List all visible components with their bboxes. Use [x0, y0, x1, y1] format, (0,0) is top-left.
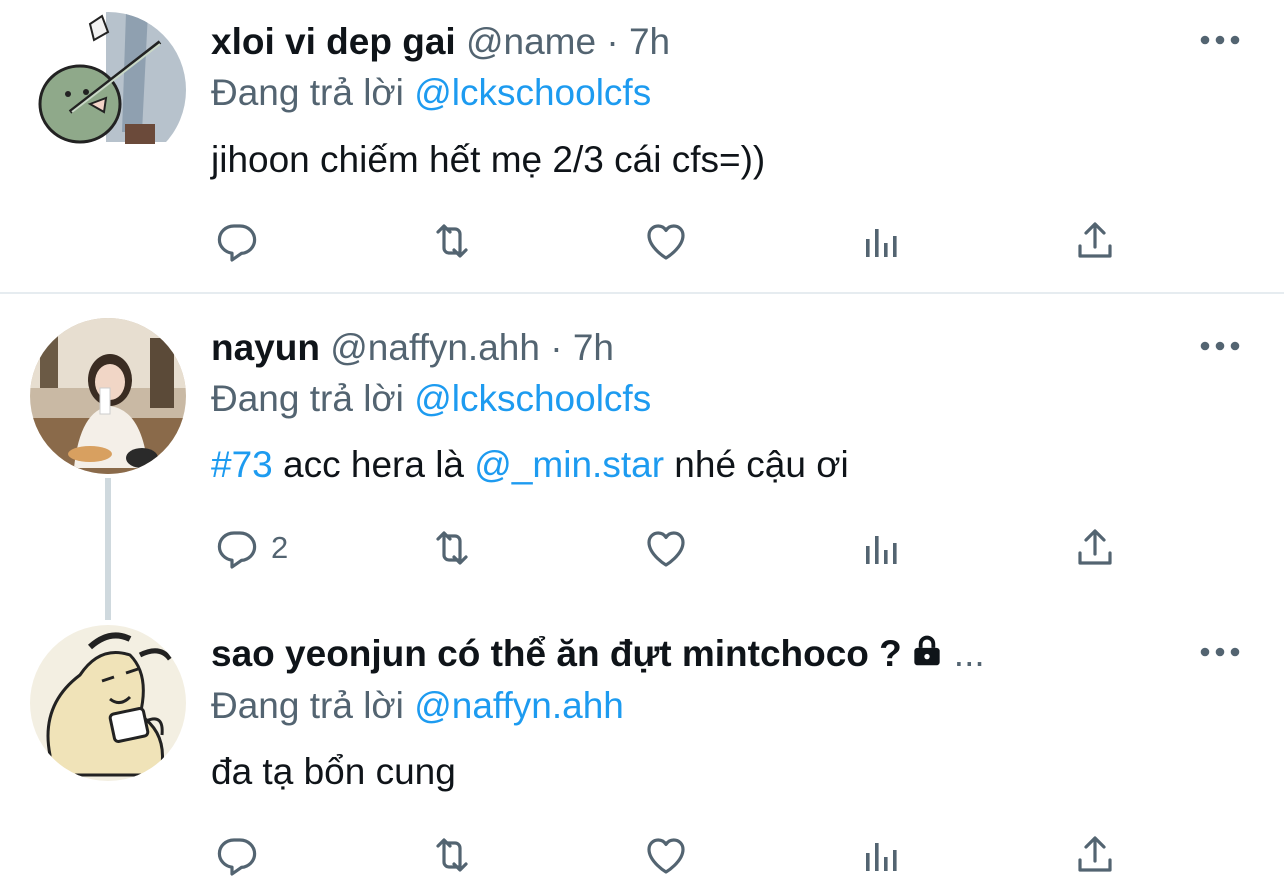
avatar[interactable] [30, 625, 186, 781]
tweet-actions: 2 [0, 521, 1284, 581]
reply-context: Đang trả lời @lckschoolcfs [211, 71, 651, 115]
photo-avatar-icon [30, 318, 186, 474]
mention-link[interactable]: @_min.star [474, 444, 664, 485]
avatar[interactable] [30, 318, 186, 474]
reply-icon [213, 217, 261, 265]
more-icon [1198, 30, 1242, 50]
separator: · [550, 327, 563, 368]
user-handle[interactable]: @naffyn.ahh [330, 327, 540, 368]
reply-prefix: Đang trả lời [211, 378, 404, 419]
retweet-button[interactable] [428, 214, 476, 268]
reply-prefix: Đang trả lời [211, 72, 404, 113]
hashtag-link[interactable]: #73 [211, 444, 273, 485]
user-handle[interactable]: @name [466, 21, 596, 62]
reply-context: Đang trả lời @naffyn.ahh [211, 684, 624, 728]
views-button[interactable] [857, 521, 905, 575]
timestamp[interactable]: 7h [573, 327, 614, 368]
reply-context: Đang trả lời @lckschoolcfs [211, 377, 651, 421]
reply-mention-link[interactable]: @lckschoolcfs [414, 378, 651, 419]
lock-icon [908, 632, 946, 680]
more-button[interactable] [1198, 30, 1242, 50]
display-name[interactable]: xloi vi dep gai [211, 21, 456, 62]
name-overflow: ... [953, 633, 985, 674]
reply-button[interactable]: 2 [213, 521, 288, 575]
text-segment: acc hera là [272, 444, 475, 485]
like-icon [642, 831, 690, 879]
cartoon-avatar-icon [30, 12, 186, 168]
tweet-text: #73 acc hera là @_min.star nhé cậu ơi [211, 443, 849, 487]
tweet-actions [0, 214, 1284, 274]
divider [0, 292, 1284, 294]
views-icon [857, 524, 905, 572]
reply-button[interactable] [213, 828, 261, 882]
reply-mention-link[interactable]: @lckschoolcfs [414, 72, 651, 113]
retweet-icon [428, 217, 476, 265]
reply-mention-link[interactable]: @naffyn.ahh [414, 685, 624, 726]
avatar[interactable] [30, 12, 186, 168]
share-icon [1071, 831, 1119, 879]
retweet-icon [428, 831, 476, 879]
share-icon [1071, 524, 1119, 572]
more-button[interactable] [1198, 642, 1242, 662]
more-icon [1198, 336, 1242, 356]
views-icon [857, 217, 905, 265]
views-button[interactable] [857, 828, 905, 882]
tweet-text: đa tạ bổn cung [211, 751, 456, 792]
reply-prefix: Đang trả lời [211, 685, 404, 726]
like-icon [642, 524, 690, 572]
share-button[interactable] [1071, 521, 1119, 575]
like-icon [642, 217, 690, 265]
display-name[interactable]: nayun [211, 327, 320, 368]
like-button[interactable] [642, 214, 690, 268]
share-icon [1071, 217, 1119, 265]
display-name[interactable]: sao yeonjun có thể ăn đựt mintchoco ? [211, 633, 902, 674]
separator: · [606, 21, 619, 62]
like-button[interactable] [642, 521, 690, 575]
retweet-button[interactable] [428, 521, 476, 575]
reply-count: 2 [271, 530, 289, 565]
share-button[interactable] [1071, 214, 1119, 268]
reply-icon [213, 524, 261, 572]
reply-button[interactable] [213, 214, 261, 268]
timestamp[interactable]: 7h [629, 21, 670, 62]
more-icon [1198, 642, 1242, 662]
reply-icon [213, 831, 261, 879]
retweet-button[interactable] [428, 828, 476, 882]
like-button[interactable] [642, 828, 690, 882]
views-icon [857, 831, 905, 879]
cartoon-avatar-icon [30, 625, 186, 781]
tweet-text: jihoon chiếm hết mẹ 2/3 cái cfs=)) [211, 139, 766, 180]
text-segment: nhé cậu ơi [664, 444, 849, 485]
retweet-icon [428, 524, 476, 572]
tweet-actions [0, 828, 1284, 888]
views-button[interactable] [857, 214, 905, 268]
more-button[interactable] [1198, 336, 1242, 356]
share-button[interactable] [1071, 828, 1119, 882]
